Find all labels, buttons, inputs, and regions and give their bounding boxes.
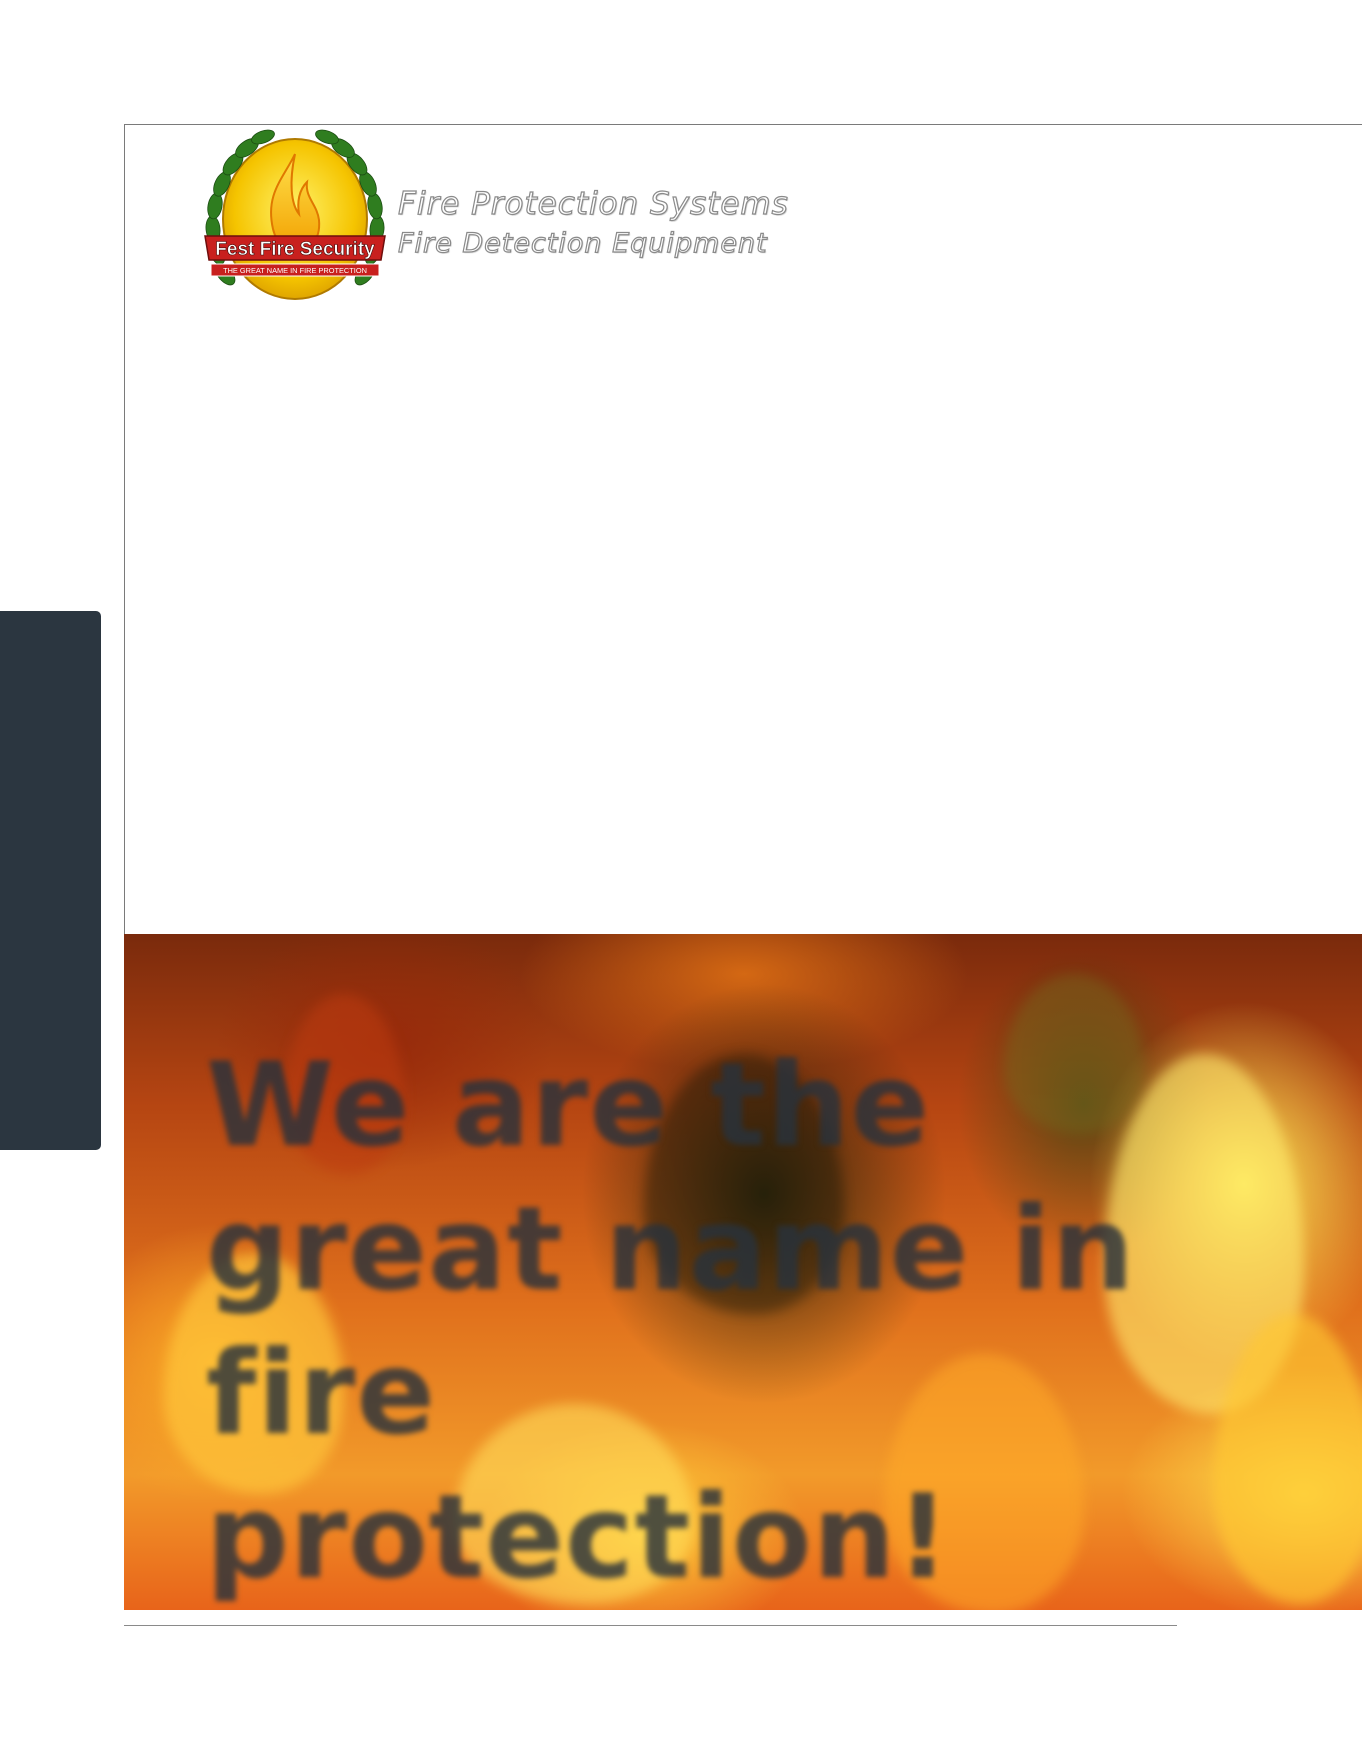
fire-banner: We are the great name in fire protection… bbox=[124, 934, 1362, 1610]
banner-headline: We are the great name in fire protection… bbox=[206, 1034, 1206, 1610]
laurel-flame-emblem: Fest Fire Security THE GREAT NAME IN FIR… bbox=[204, 129, 386, 300]
tagline-fire-detection: Fire Detection Equipment bbox=[397, 227, 768, 259]
footer-divider bbox=[124, 1625, 1177, 1626]
banner-line-1: We are the bbox=[206, 1038, 931, 1173]
svg-text:Fest Fire Security: Fest Fire Security bbox=[215, 239, 375, 260]
tagline-fire-protection: Fire Protection Systems bbox=[397, 185, 789, 222]
company-logo: Fest Fire Security THE GREAT NAME IN FIR… bbox=[195, 124, 395, 314]
banner-line-2: great name in bbox=[206, 1182, 1136, 1317]
side-tab bbox=[0, 611, 101, 1150]
svg-text:THE GREAT NAME IN FIRE PROTECT: THE GREAT NAME IN FIRE PROTECTION bbox=[223, 266, 367, 275]
banner-line-3: fire protection! bbox=[206, 1326, 951, 1605]
